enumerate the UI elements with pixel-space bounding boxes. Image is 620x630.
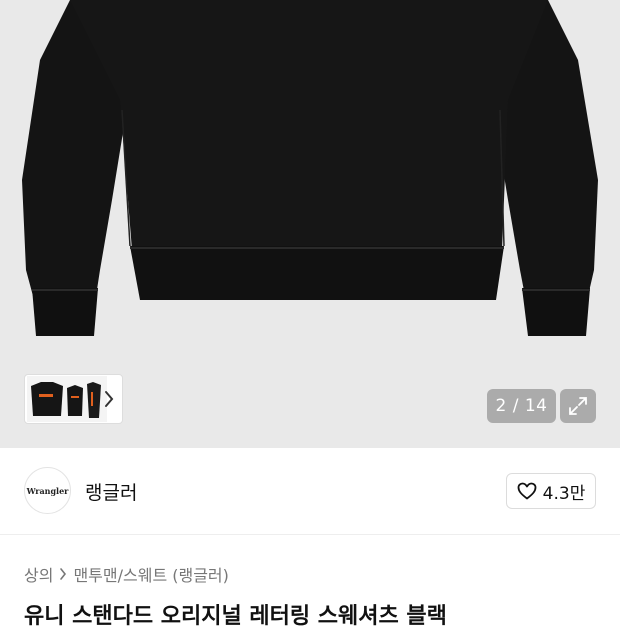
expand-icon [569, 397, 587, 415]
breadcrumb-category[interactable]: 상의 [24, 562, 53, 586]
product-title: 유니 스탠다드 오리지널 레터링 스웨셔츠 블랙 [24, 604, 447, 629]
product-image-gallery[interactable]: 2 / 14 [0, 0, 620, 448]
breadcrumb: 상의 맨투맨/스웨트 (랭글러) [24, 562, 229, 586]
brand-name[interactable]: 랭글러 [85, 478, 137, 505]
brand-logo[interactable]: Wrangler [24, 467, 71, 514]
chevron-right-icon [60, 568, 67, 580]
image-counter: 2 / 14 [487, 389, 556, 423]
like-button[interactable]: 4.3만 [506, 473, 596, 509]
brand-logo-text: Wrangler [26, 485, 69, 496]
expand-button[interactable] [560, 389, 596, 423]
brand-row: Wrangler 랭글러 4.3만 [0, 448, 620, 535]
thumbnail-strip[interactable] [24, 374, 123, 424]
heart-icon [517, 482, 537, 500]
like-count: 4.3만 [542, 483, 586, 504]
breadcrumb-subcategory[interactable]: 맨투맨/스웨트 (랭글러) [73, 562, 228, 586]
thumbnail-images[interactable] [27, 376, 107, 422]
chevron-right-icon[interactable] [104, 390, 114, 408]
